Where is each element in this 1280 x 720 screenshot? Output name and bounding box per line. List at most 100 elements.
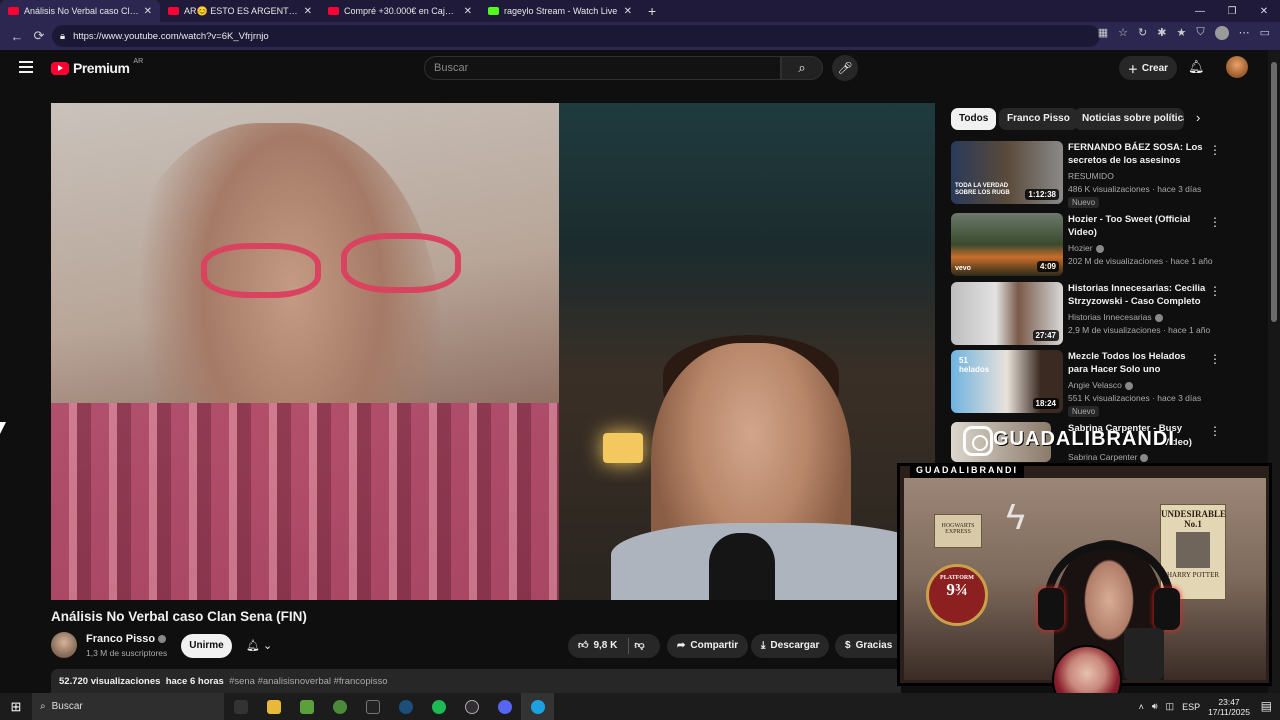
task-view-icon[interactable] [224,693,257,720]
close-tab-icon[interactable]: ✕ [464,6,472,17]
channel-avatar[interactable] [51,632,77,658]
spotify-icon[interactable] [422,693,455,720]
maximize-button[interactable]: ❐ [1216,6,1248,17]
related-title[interactable]: Historias Innecesarias: Cecilia Strzyzow… [1068,282,1208,308]
profile-avatar[interactable] [1214,26,1229,40]
apps-icon[interactable]: ▦ [1098,26,1108,40]
browser-tab-2[interactable]: AR😊 ESTO ES ARGENTINA! MEJ... ✕ [160,0,320,22]
refresh-extension-icon[interactable]: ↻ [1138,26,1147,40]
user-avatar[interactable] [1226,56,1248,78]
related-video[interactable]: vevo 4:09 Hozier - Too Sweet (Official V… [951,213,1226,277]
poster-heading: UNDESIRABLE [1161,509,1227,519]
browser-tab-4[interactable]: rageylo Stream - Watch Live ✕ [480,0,640,22]
related-channel[interactable]: Hozier [1068,243,1104,253]
scrollbar-thumb[interactable] [1271,62,1277,322]
windows-start-icon[interactable]: ⊞ [0,699,32,715]
search-input[interactable]: Buscar [424,56,781,80]
duration-badge: 18:24 [1032,398,1059,409]
like-button[interactable]: 👍︎ 9,8 K 👎︎ [568,634,660,658]
more-icon[interactable]: ⋯ [1239,26,1250,40]
browser-tab-1[interactable]: Análisis No Verbal caso Clan ✕ [0,0,160,22]
voice-search-button[interactable]: 🎤︎ [832,55,858,81]
close-tab-icon[interactable]: ✕ [624,6,632,17]
close-tab-icon[interactable]: ✕ [304,6,312,17]
thanks-button[interactable]: $ Gracias [835,634,897,658]
download-button[interactable]: ⤓ Descargar [751,634,830,658]
chip-noticias[interactable]: Noticias sobre política [1074,108,1184,130]
file-explorer-icon[interactable] [257,693,290,720]
xbox-icon[interactable] [323,693,356,720]
minimize-button[interactable]: — [1184,6,1216,17]
clock[interactable]: 23:47 17/11/2025 [1208,697,1250,717]
subscription-bell-button[interactable]: 🔔︎ ⌄ [238,634,286,658]
related-title[interactable]: Mezcle Todos los Helados para Hacer Solo… [1068,350,1208,376]
shield-icon[interactable]: ⛉ [1196,26,1204,40]
favorite-icon[interactable]: ☆ [1118,26,1128,40]
platform-number: 9¾ [946,580,968,599]
edge-icon[interactable] [521,693,554,720]
description-box[interactable]: 52.720 visualizaciones hace 6 horas #sen… [51,669,901,693]
related-channel[interactable]: Historias Innecesarias [1068,312,1163,322]
discord-icon[interactable] [488,693,521,720]
more-options-icon[interactable]: ⋮ [1209,143,1221,157]
epic-games-icon[interactable] [356,693,389,720]
obs-icon[interactable] [455,693,488,720]
tab-title: Análisis No Verbal caso Clan [24,6,139,16]
network-icon[interactable]: ◫ [1166,701,1175,712]
like-count: 9,8 K [593,640,618,651]
notifications-icon[interactable]: 🔔︎ [1188,59,1205,75]
more-options-icon[interactable]: ⋮ [1209,352,1221,366]
url-field[interactable]: 🔒︎ https://www.youtube.com/watch?v=6K_Vf… [52,25,1100,47]
video-player[interactable] [51,103,935,600]
hashtags[interactable]: #sena #analisisnoverbal #francopisso [229,676,387,687]
more-options-icon[interactable]: ⋮ [1209,284,1221,298]
channel-name[interactable]: Franco Pisso [86,633,167,645]
sidebar-icon[interactable]: ▭ [1260,26,1270,40]
language-indicator[interactable]: ESP [1182,702,1200,712]
video-thumbnail[interactable]: 51 helados 18:24 [951,350,1063,413]
video-thumbnail[interactable]: TODA LA VERDAD SOBRE LOS RUGB 1:12:38 [951,141,1063,204]
logo-text: Premium [73,60,130,76]
taskbar-search[interactable]: ⌕ Buscar [32,693,224,720]
more-options-icon[interactable]: ⋮ [1209,424,1221,438]
notification-center-icon[interactable]: ▤ [1261,699,1272,713]
chevron-right-icon[interactable]: › [1196,110,1200,125]
share-button[interactable]: ➦ Compartir [667,634,749,658]
back-icon[interactable]: ← [6,29,28,44]
thumbs-down-icon[interactable]: 👎︎ [634,634,644,658]
browser-tab-3[interactable]: Compré +30.000€ en Cajas Miste ✕ [320,0,480,22]
volume-icon[interactable]: 🔊︎ [1152,701,1158,712]
tab-title: AR😊 ESTO ES ARGENTINA! MEJ... [184,5,299,16]
plus-icon: ＋ [1127,64,1138,76]
more-options-icon[interactable]: ⋮ [1209,215,1221,229]
youtube-logo[interactable]: Premium AR [51,58,143,76]
related-channel[interactable]: Angie Velasco [1068,380,1133,390]
search-icon: ⌕ [40,701,46,712]
search-button[interactable]: ⌕ [781,56,823,80]
related-video[interactable]: 27:47 Historias Innecesarias: Cecilia St… [951,282,1226,346]
verified-icon [1124,381,1133,390]
chip-todos[interactable]: Todos [951,108,997,130]
related-video[interactable]: 51 helados 18:24 Mezcle Todos los Helado… [951,350,1226,417]
video-thumbnail[interactable]: vevo 4:09 [951,213,1063,276]
related-video[interactable]: TODA LA VERDAD SOBRE LOS RUGB 1:12:38 FE… [951,141,1226,208]
new-tab-button[interactable]: + [640,3,664,19]
reload-icon[interactable]: ⟳ [28,28,50,44]
favorites-icon[interactable]: ★ [1176,26,1186,40]
close-window-button[interactable]: ✕ [1248,6,1280,17]
chevron-up-icon[interactable]: ˄ [1139,702,1144,712]
join-button[interactable]: Unirme [181,634,232,658]
steam-icon[interactable] [389,693,422,720]
share-label: Compartir [690,640,739,651]
create-button[interactable]: ＋ Crear [1119,56,1177,80]
video-thumbnail[interactable]: 27:47 [951,282,1063,345]
close-tab-icon[interactable]: ✕ [144,6,152,17]
related-channel[interactable]: RESUMIDO [1068,171,1114,181]
related-title[interactable]: FERNANDO BÁEZ SOSA: Los secretos de los … [1068,141,1208,167]
extensions-icon[interactable]: ✱ [1157,26,1166,40]
menu-icon[interactable] [19,61,33,73]
system-tray: ˄ 🔊︎ ◫ ESP 23:47 17/11/2025 [1139,693,1250,720]
related-title[interactable]: Hozier - Too Sweet (Official Video) [1068,213,1208,239]
minecraft-icon[interactable] [290,693,323,720]
chip-franco-pisso[interactable]: Franco Pisso [999,108,1078,130]
